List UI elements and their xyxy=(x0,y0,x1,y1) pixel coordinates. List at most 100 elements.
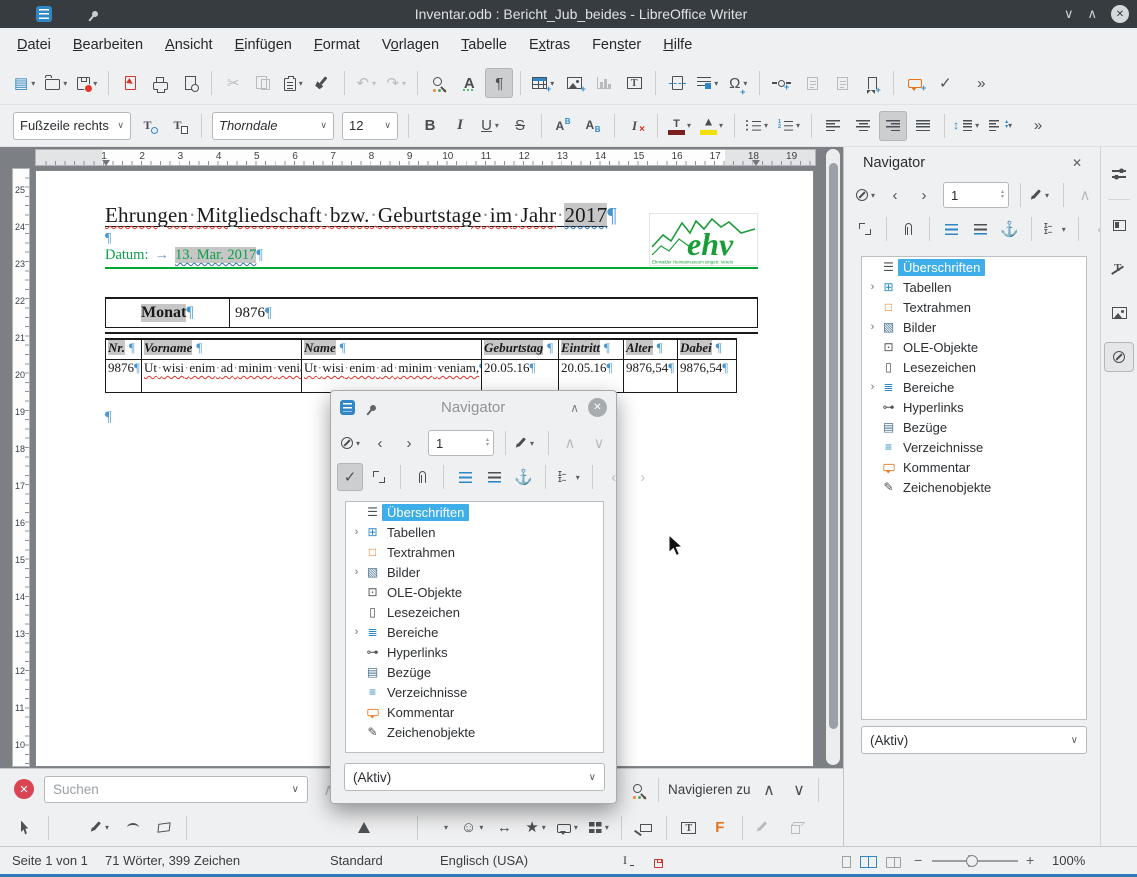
zoom-out-button[interactable]: − xyxy=(914,852,922,868)
vertical-scrollbar[interactable] xyxy=(826,149,840,765)
select-tool-button[interactable] xyxy=(12,813,40,843)
track-changes-button[interactable]: ✓ xyxy=(931,68,959,98)
navigator-item-comments[interactable]: Kommentar xyxy=(346,702,603,722)
line-spacing-button[interactable]: ▾ xyxy=(952,111,983,141)
undo-dropdown-arrow[interactable]: ▾ xyxy=(372,79,376,88)
insert-image-button[interactable]: + xyxy=(560,68,588,98)
find-all-button[interactable] xyxy=(626,777,652,803)
navigator-item-images[interactable]: ›▧Bilder xyxy=(346,562,603,582)
navigator-item-text-frames[interactable]: □Textrahmen xyxy=(862,297,1086,317)
curve-tool-button[interactable] xyxy=(119,813,147,843)
unsaved-changes-icon[interactable] xyxy=(654,856,663,871)
previous-entry-button[interactable]: ‹ xyxy=(882,181,908,209)
italic-button[interactable]: I xyxy=(446,111,474,141)
close-navigator-button[interactable]: ✕ xyxy=(588,398,607,417)
close-button[interactable]: ✕ xyxy=(1111,5,1129,23)
triangle-tool-button[interactable] xyxy=(350,813,378,843)
update-style-button[interactable] xyxy=(136,111,164,141)
header-toggle-button[interactable] xyxy=(452,463,478,491)
members-table[interactable]: Nr. ¶Vorname ¶Name ¶Geburtstag ¶Eintritt… xyxy=(105,338,737,393)
symbol-shapes-dropdown-arrow[interactable]: ▾ xyxy=(479,823,483,832)
monat-table[interactable]: Monat¶ 9876¶ xyxy=(105,297,758,328)
ordered-list-button[interactable]: ▾ xyxy=(774,111,804,141)
horizontal-ruler[interactable]: 12345678910111213141516171819 xyxy=(35,149,816,166)
square-tool-button[interactable] xyxy=(257,813,285,843)
navigator-item-indexes[interactable]: ≡Verzeichnisse xyxy=(862,437,1086,457)
spinner-arrows-icon[interactable]: ▴▾ xyxy=(1001,190,1008,200)
zoom-in-button[interactable]: + xyxy=(1026,852,1034,868)
edit-entry-button[interactable]: ▾ xyxy=(1029,181,1055,209)
vertical-ruler[interactable]: 25242322212019181716151413121110 xyxy=(12,168,30,767)
export-pdf-button[interactable] xyxy=(116,68,144,98)
single-page-view-button[interactable] xyxy=(842,856,851,871)
page-spinner[interactable]: 1▴▾ xyxy=(943,182,1009,208)
navigation-toggle-button[interactable]: ▾ xyxy=(337,429,364,457)
header-toggle-button[interactable] xyxy=(938,215,964,243)
edit-entry-button[interactable]: ▾ xyxy=(514,429,540,457)
expander-icon[interactable]: › xyxy=(866,281,879,293)
strikethrough-button[interactable]: S xyxy=(506,111,534,141)
open-file-button[interactable]: ▾ xyxy=(41,68,71,98)
zoom-level[interactable]: 100% xyxy=(1052,853,1085,868)
navigator-window-titlebar[interactable]: Navigator ∧ ✕ xyxy=(331,391,616,424)
callout-shapes-dropdown-arrow[interactable]: ▾ xyxy=(574,823,578,832)
block-arrows-button[interactable]: ↔ xyxy=(490,813,518,843)
page-spinner[interactable]: 1▴▾ xyxy=(428,430,494,456)
outline-level-dropdown-arrow[interactable]: ▾ xyxy=(1062,225,1066,234)
insert-field-dropdown-arrow[interactable]: ▾ xyxy=(714,79,718,88)
zoom-slider-knob[interactable] xyxy=(966,855,978,867)
rectangle-tool-button[interactable] xyxy=(195,813,223,843)
menu-format[interactable]: Format xyxy=(303,30,371,60)
bold-button[interactable]: B xyxy=(416,111,444,141)
insert-page-break-button[interactable] xyxy=(663,68,691,98)
font-size-combo[interactable]: 12∨ xyxy=(342,112,398,140)
line-tool-button[interactable] xyxy=(57,813,85,843)
paragraph-spacing-dropdown-arrow[interactable]: ▾ xyxy=(1008,121,1012,130)
navigator-item-images[interactable]: ›▧Bilder xyxy=(862,317,1086,337)
align-left-button[interactable] xyxy=(819,111,847,141)
stars-and-banners-dropdown-arrow[interactable]: ▾ xyxy=(542,823,546,832)
symbol-shapes-button[interactable]: ☺▾ xyxy=(457,813,487,843)
navigator-item-bookmarks[interactable]: ▯Lesezeichen xyxy=(862,357,1086,377)
navigate-next-button[interactable]: ∨ xyxy=(786,777,812,803)
polygon-tool-button[interactable] xyxy=(150,813,178,843)
rounded-rectangle-tool-button[interactable] xyxy=(226,813,254,843)
status-page-style[interactable]: Standard xyxy=(330,853,383,868)
insert-bookmark-button[interactable]: + xyxy=(858,68,886,98)
navigator-item-ole-objects[interactable]: ⊡OLE-Objekte xyxy=(346,582,603,602)
navigator-item-sections[interactable]: ›≣Bereiche xyxy=(862,377,1086,397)
close-panel-icon[interactable]: ✕ xyxy=(1072,156,1082,170)
outline-level-button[interactable]: ▾ xyxy=(1040,215,1070,243)
status-word-count[interactable]: 71 Wörter, 399 Zeichen xyxy=(105,853,240,868)
new-document-dropdown-arrow[interactable]: ▾ xyxy=(31,79,35,88)
menu-bearbeiten[interactable]: Bearbeiten xyxy=(62,30,154,60)
navigator-item-drawing-objects[interactable]: ✎Zeichenobjekte xyxy=(862,477,1086,497)
underline-button[interactable]: U▾ xyxy=(476,111,504,141)
scrollbar-thumb[interactable] xyxy=(829,163,838,729)
font-color-dropdown-arrow[interactable]: ▾ xyxy=(687,121,691,130)
indent-marker[interactable] xyxy=(102,160,110,166)
flowchart-shapes-dropdown-arrow[interactable]: ▾ xyxy=(605,823,609,832)
sidebar-tab-navigator[interactable] xyxy=(1104,342,1134,372)
unordered-list-dropdown-arrow[interactable]: ▾ xyxy=(764,121,768,130)
navigator-item-headings[interactable]: ☰Überschriften xyxy=(346,502,603,522)
navigation-toggle-dropdown-arrow[interactable]: ▾ xyxy=(356,439,360,448)
save-button[interactable]: ▾ xyxy=(73,68,101,98)
redo-dropdown-arrow[interactable]: ▾ xyxy=(402,79,406,88)
book-view-button[interactable] xyxy=(886,856,901,871)
indent-marker[interactable] xyxy=(752,160,760,166)
expander-icon[interactable]: › xyxy=(866,381,879,393)
sidebar-tab-page[interactable] xyxy=(1104,210,1134,240)
navigator-item-hyperlinks[interactable]: ⊶Hyperlinks xyxy=(862,397,1086,417)
superscript-button[interactable] xyxy=(549,111,577,141)
highlight-color-button[interactable]: ▾ xyxy=(697,111,727,141)
justified-button[interactable] xyxy=(909,111,937,141)
expander-icon[interactable]: › xyxy=(866,321,879,333)
right-triangle-tool-button[interactable] xyxy=(381,813,409,843)
toggle-master-view-button[interactable] xyxy=(852,215,878,243)
new-style-button[interactable] xyxy=(166,111,194,141)
navigation-toggle-button[interactable]: ▾ xyxy=(852,181,879,209)
line-callout-button[interactable] xyxy=(630,813,658,843)
print-button[interactable] xyxy=(146,68,174,98)
find-and-replace-button[interactable] xyxy=(425,68,453,98)
